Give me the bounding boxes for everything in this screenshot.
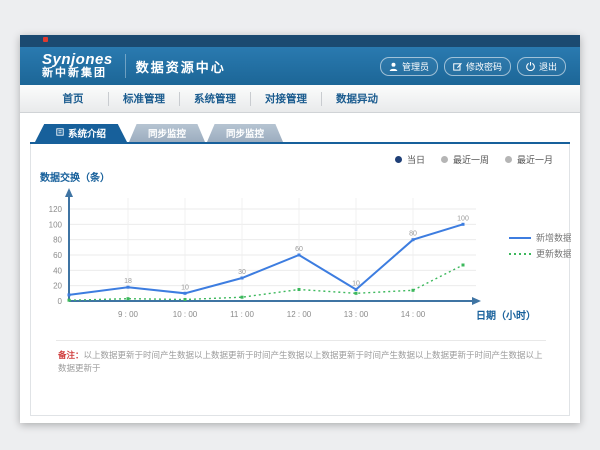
power-icon xyxy=(526,62,535,71)
tab-bar: 系统介绍 同步监控 同步监控 xyxy=(35,124,283,142)
app-header: Synjones 新中新集团 数据资源中心 管理员 修改密码 退出 xyxy=(20,47,580,85)
svg-text:10 : 00: 10 : 00 xyxy=(173,310,198,319)
tab-label: 同步监控 xyxy=(148,126,186,140)
logout-button[interactable]: 退出 xyxy=(517,57,566,76)
svg-text:日期（小时）: 日期（小时） xyxy=(476,309,536,322)
change-password-label: 修改密码 xyxy=(466,60,502,73)
logo-subtext: 新中新集团 xyxy=(42,68,113,80)
svg-text:14 : 00: 14 : 00 xyxy=(401,310,426,319)
svg-text:11 : 00: 11 : 00 xyxy=(230,310,254,319)
tab-label: 同步监控 xyxy=(226,126,264,140)
footnote-text: 以上数据更新于时间产生数据以上数据更新于时间产生数据以上数据更新于时间产生数据以… xyxy=(58,350,543,373)
svg-text:80: 80 xyxy=(409,231,417,238)
svg-text:100: 100 xyxy=(457,215,469,222)
svg-text:20: 20 xyxy=(53,282,62,291)
footnote-prefix: 备注： xyxy=(58,350,84,360)
brand-logo: Synjones 新中新集团 xyxy=(42,52,113,79)
document-icon xyxy=(56,128,64,139)
svg-text:100: 100 xyxy=(49,220,63,229)
svg-text:12 : 00: 12 : 00 xyxy=(287,310,312,319)
edit-icon xyxy=(453,62,462,71)
tab-sync-monitor-2[interactable]: 同步监控 xyxy=(207,124,283,142)
header-actions: 管理员 修改密码 退出 xyxy=(380,57,566,76)
svg-text:0: 0 xyxy=(58,297,63,306)
svg-text:10: 10 xyxy=(352,281,360,288)
nav-item-standard-mgmt[interactable]: 标准管理 xyxy=(109,92,180,106)
tab-system-intro[interactable]: 系统介绍 xyxy=(35,124,127,142)
app-window: Synjones 新中新集团 数据资源中心 管理员 修改密码 退出 xyxy=(20,35,580,423)
change-password-button[interactable]: 修改密码 xyxy=(444,57,511,76)
nav-item-home[interactable]: 首页 xyxy=(38,92,109,106)
svg-text:18: 18 xyxy=(124,278,132,285)
nav-item-system-mgmt[interactable]: 系统管理 xyxy=(180,92,251,106)
logo-red-dot-icon xyxy=(43,37,48,42)
nav-item-data-change[interactable]: 数据异动 xyxy=(322,92,392,106)
svg-text:120: 120 xyxy=(49,205,63,214)
line-chart: 0 20 40 60 80 100 120 9 : 00 10 : 00 11 : 00 12 : … xyxy=(31,150,571,340)
nav-item-interface-mgmt[interactable]: 对接管理 xyxy=(251,92,322,106)
svg-text:9 : 00: 9 : 00 xyxy=(118,310,139,319)
page-title: 数据资源中心 xyxy=(136,57,226,76)
svg-text:新增数据: 新增数据 xyxy=(536,232,571,243)
admin-user-label: 管理员 xyxy=(402,60,429,73)
svg-text:60: 60 xyxy=(53,251,62,260)
svg-text:13 : 00: 13 : 00 xyxy=(344,310,369,319)
tab-sync-monitor-1[interactable]: 同步监控 xyxy=(129,124,205,142)
logo-text: Synjones xyxy=(42,52,113,68)
user-icon xyxy=(389,62,398,71)
chart-panel: 当日 最近一周 最近一月 数据交换（条） 0204060801001209 : … xyxy=(30,144,570,416)
svg-text:10: 10 xyxy=(181,284,189,291)
svg-text:40: 40 xyxy=(53,266,62,275)
top-strip xyxy=(20,35,580,47)
main-nav: 首页 标准管理 系统管理 对接管理 数据异动 xyxy=(20,85,580,113)
svg-text:80: 80 xyxy=(53,236,62,245)
note-divider xyxy=(56,340,546,341)
tab-label: 系统介绍 xyxy=(68,126,106,140)
svg-text:30: 30 xyxy=(238,269,246,276)
header-divider xyxy=(125,54,126,78)
svg-text:更新数据: 更新数据 xyxy=(536,248,571,259)
svg-text:60: 60 xyxy=(295,246,303,253)
footnote: 备注：以上数据更新于时间产生数据以上数据更新于时间产生数据以上数据更新于时间产生… xyxy=(58,349,551,375)
logout-label: 退出 xyxy=(539,60,557,73)
admin-user-button[interactable]: 管理员 xyxy=(380,57,438,76)
page: Synjones 新中新集团 数据资源中心 管理员 修改密码 退出 xyxy=(0,0,600,450)
